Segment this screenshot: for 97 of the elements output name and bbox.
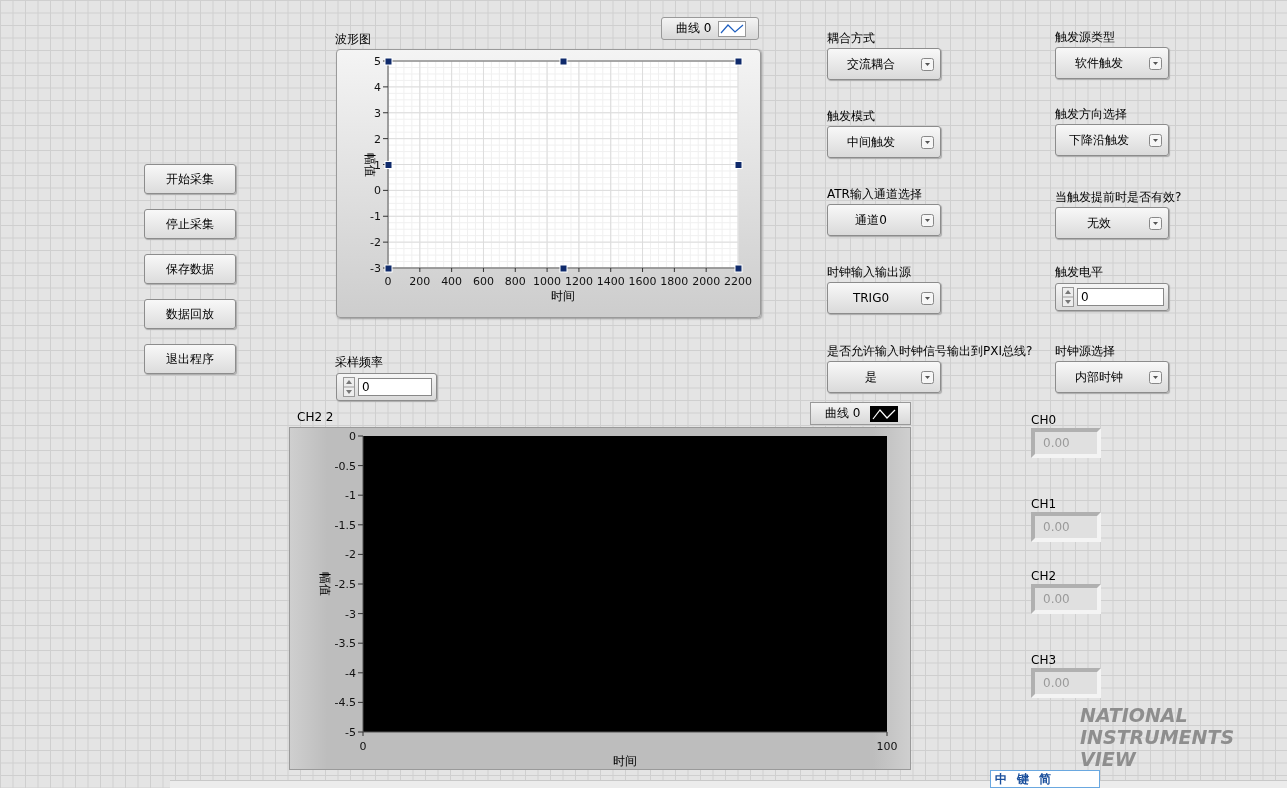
tick-label: 3: [374, 106, 381, 120]
tick-label: -3: [345, 607, 356, 621]
control-label: 触发模式: [827, 109, 875, 123]
selection-handle[interactable]: [384, 264, 393, 273]
selection-handle[interactable]: [559, 264, 568, 273]
spinner-button[interactable]: [343, 377, 355, 397]
tick-label: 1800: [660, 275, 689, 288]
dropdown[interactable]: 交流耦合: [827, 48, 941, 80]
selection-handle[interactable]: [734, 161, 743, 169]
spinner-button[interactable]: [1062, 287, 1074, 307]
tick-label: 5: [374, 55, 381, 68]
control-label: 当触发提前时是否有效?: [1055, 190, 1182, 204]
chart-label: CH2 2: [297, 410, 334, 424]
selection-handle[interactable]: [559, 57, 568, 66]
tick-label: 600: [472, 275, 494, 288]
selection-handle[interactable]: [734, 264, 743, 273]
tick-label: 0: [374, 184, 381, 198]
input-field[interactable]: 0: [1077, 288, 1164, 306]
dropdown[interactable]: 中间触发: [827, 126, 941, 158]
axis-title: 幅值: [318, 572, 332, 596]
indicator-label: CH2: [1031, 569, 1057, 583]
dropdown[interactable]: 下降沿触发: [1055, 124, 1169, 156]
tick-label: -4: [345, 666, 356, 680]
control-label: 采样频率: [335, 355, 383, 369]
input-field[interactable]: 0: [358, 378, 432, 396]
control-label: 触发电平: [1055, 265, 1103, 279]
tick-label: -4.5: [334, 696, 356, 710]
tick-label: -2: [345, 548, 356, 562]
tick-label: 1400: [596, 275, 625, 288]
tick-label: -1: [370, 210, 381, 224]
panel-button[interactable]: 开始采集: [144, 164, 236, 194]
selection-handle[interactable]: [384, 161, 393, 169]
ime-button[interactable]: 中: [995, 772, 1007, 786]
dropdown[interactable]: 通道0: [827, 204, 941, 236]
selection-handle[interactable]: [734, 57, 743, 66]
legend-text: 曲线 0: [825, 405, 861, 422]
legend-text: 曲线 0: [676, 20, 712, 37]
tick-label: 2: [374, 132, 381, 146]
line-style-icon: [870, 405, 898, 422]
tick-label: -5: [345, 726, 356, 739]
dropdown[interactable]: 内部时钟: [1055, 361, 1169, 393]
tick-label: 1: [374, 158, 381, 172]
axis-title: 幅值: [363, 152, 377, 177]
panel-button[interactable]: 停止采集: [144, 209, 236, 239]
value-display: 0.00: [1031, 584, 1101, 614]
tick-label: 200: [409, 275, 431, 288]
tick-label: 0: [384, 275, 392, 288]
dropdown[interactable]: TRIG0: [827, 282, 941, 314]
tick-label: 4: [374, 80, 381, 94]
tick-label: -2.5: [334, 578, 356, 591]
dropdown[interactable]: 软件触发: [1055, 47, 1169, 79]
tick-label: 1000: [533, 275, 562, 288]
logo-text: NATIONAL: [1080, 704, 1189, 726]
control-label: 时钟输入输出源: [827, 265, 911, 279]
indicator-label: CH0: [1031, 413, 1057, 427]
tick-label: -1: [345, 489, 356, 503]
tick-label: 2000: [692, 275, 721, 288]
control-label: 是否允许输入时钟信号输出到PXI总线?: [827, 344, 1033, 358]
tick-label: -3: [370, 262, 381, 275]
tick-label: 0: [359, 740, 367, 753]
dropdown[interactable]: 是: [827, 361, 941, 393]
ime-button[interactable]: 键: [1017, 772, 1029, 786]
tick-label: 1200: [564, 275, 593, 288]
tick-label: -1.5: [334, 518, 356, 532]
tick-label: 100: [876, 740, 898, 753]
panel-button[interactable]: 保存数据: [144, 254, 236, 284]
tick-label: -0.5: [334, 459, 356, 473]
tick-label: 0: [349, 430, 356, 443]
selection-handle[interactable]: [384, 57, 393, 66]
control-label: ATR输入通道选择: [827, 187, 922, 201]
logo-text: INSTRUMENTS: [1080, 726, 1235, 748]
logo-text: VIEW: [1080, 748, 1138, 770]
axis-title: 时间: [613, 754, 637, 768]
control-label: 触发源类型: [1055, 30, 1115, 44]
panel-button[interactable]: 数据回放: [144, 299, 236, 329]
tick-label: 400: [441, 275, 463, 288]
indicator-label: CH1: [1031, 497, 1057, 511]
ime-button[interactable]: 简: [1039, 772, 1051, 786]
tick-label: -3.5: [334, 637, 356, 651]
value-display: 0.00: [1031, 668, 1101, 698]
tick-label: 2200: [724, 275, 752, 288]
value-display: 0.00: [1031, 428, 1101, 458]
dropdown[interactable]: 无效: [1055, 207, 1169, 239]
axis-title: 时间: [551, 289, 575, 303]
graph-label: 波形图: [335, 32, 371, 46]
value-display: 0.00: [1031, 512, 1101, 542]
plot-legend[interactable]: 曲线 0: [661, 17, 759, 40]
control-label: 触发方向选择: [1055, 107, 1127, 121]
control-label: 耦合方式: [827, 31, 875, 45]
plot-legend[interactable]: 曲线 0: [810, 402, 911, 425]
panel-button[interactable]: 退出程序: [144, 344, 236, 374]
tick-label: -2: [370, 236, 381, 250]
line-style-icon: [718, 20, 746, 37]
indicator-label: CH3: [1031, 653, 1057, 667]
tick-label: 1600: [628, 275, 657, 288]
tick-label: 800: [504, 275, 526, 288]
control-label: 时钟源选择: [1055, 344, 1115, 358]
